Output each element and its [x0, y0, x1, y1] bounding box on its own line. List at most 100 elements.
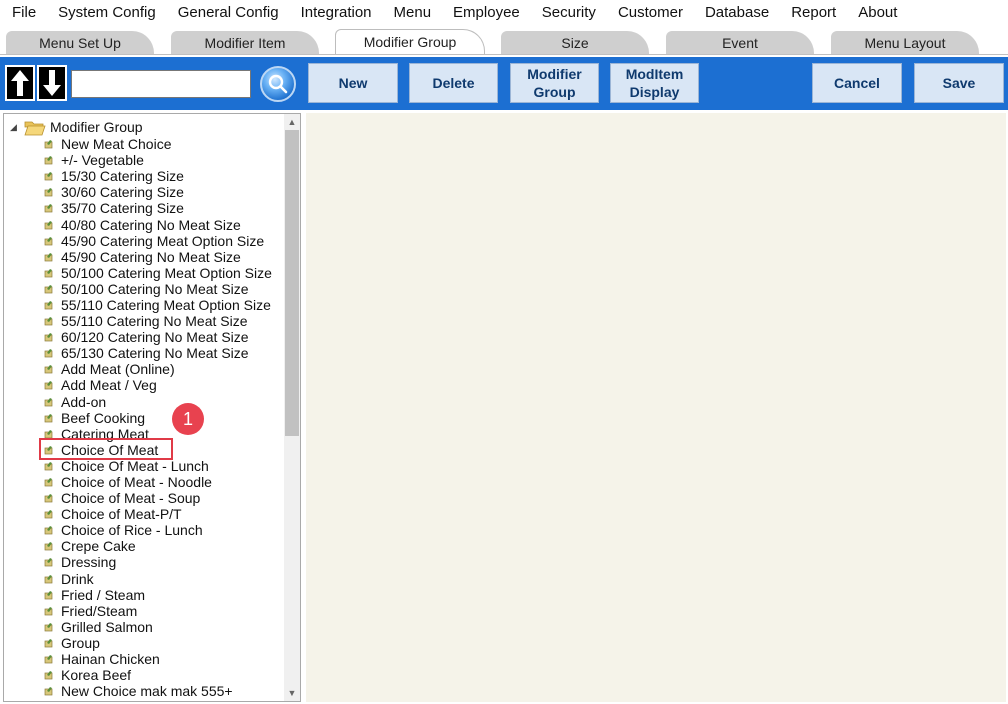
tab-modifier-group[interactable]: Modifier Group — [335, 29, 485, 55]
menu-integration[interactable]: Integration — [290, 0, 383, 26]
scroll-down-arrow-icon[interactable]: ▼ — [284, 686, 300, 700]
tree-item-label: 45/90 Catering No Meat Size — [61, 248, 241, 265]
cancel-button[interactable]: Cancel — [812, 63, 902, 103]
tree-item[interactable]: 60/120 Catering No Meat Size — [44, 329, 272, 345]
tree-item-label: Choice of Rice - Lunch — [61, 522, 203, 539]
tab-menu-set-up[interactable]: Menu Set Up — [6, 31, 154, 55]
tree-item[interactable]: 45/90 Catering No Meat Size — [44, 249, 272, 265]
tree-controls — [3, 60, 301, 106]
menu-employee[interactable]: Employee — [442, 0, 531, 26]
modifier-group-item-icon — [44, 349, 53, 358]
tree-item[interactable]: 45/90 Catering Meat Option Size — [44, 233, 272, 249]
menu-security[interactable]: Security — [531, 0, 607, 26]
menu-menu[interactable]: Menu — [383, 0, 443, 26]
tree-item[interactable]: Fried / Steam — [44, 587, 272, 603]
menu-customer[interactable]: Customer — [607, 0, 694, 26]
tree-item[interactable]: Add Meat (Online) — [44, 361, 272, 377]
tree-item-label: 55/110 Catering No Meat Size — [61, 313, 248, 330]
menu-report[interactable]: Report — [780, 0, 847, 26]
tree-item[interactable]: Choice of Meat-P/T — [44, 506, 272, 522]
modifier-group-tree: ◢ Modifier Group New Meat Choice +/- Vege… — [4, 114, 284, 701]
tree-item[interactable]: Group — [44, 635, 272, 651]
tab-event[interactable]: Event — [666, 31, 814, 55]
tree-item[interactable]: 65/130 Catering No Meat Size — [44, 345, 272, 361]
menu-general-config[interactable]: General Config — [167, 0, 290, 26]
tree-item[interactable]: Choice of Meat - Soup — [44, 490, 272, 506]
modifier-group-button[interactable]: Modifier Group — [510, 63, 599, 103]
tree-scrollbar[interactable]: ▲ ▼ — [284, 114, 300, 701]
tab-modifier-item[interactable]: Modifier Item — [171, 31, 319, 55]
modifier-group-item-icon — [44, 606, 53, 616]
tab-menu-layout[interactable]: Menu Layout — [831, 31, 979, 55]
tree-item[interactable]: Add Meat / Veg — [44, 377, 272, 393]
save-button[interactable]: Save — [914, 63, 1004, 103]
folder-open-icon — [24, 121, 46, 135]
tree-item[interactable]: 55/110 Catering No Meat Size — [44, 313, 272, 329]
modifier-group-item-icon — [44, 478, 53, 487]
scroll-up-arrow-icon[interactable]: ▲ — [284, 115, 300, 129]
search-button[interactable] — [260, 66, 296, 102]
move-up-button[interactable] — [5, 65, 35, 101]
tree-item[interactable]: 50/100 Catering Meat Option Size — [44, 265, 272, 281]
tree-item-label: Korea Beef — [61, 667, 132, 684]
search-input[interactable] — [71, 70, 251, 98]
tree-item[interactable]: Drink — [44, 571, 272, 587]
modifier-group-item-icon — [44, 140, 53, 149]
modifier-group-item-icon — [44, 381, 53, 390]
arrow-up-icon — [11, 70, 29, 96]
tree-item[interactable]: Hainan Chicken — [44, 651, 272, 667]
modifier-group-item-icon — [44, 300, 53, 310]
tree-item[interactable]: 55/110 Catering Meat Option Size — [44, 297, 272, 313]
tree-root-node[interactable]: ◢ Modifier Group — [10, 117, 143, 137]
menu-system-config[interactable]: System Config — [47, 0, 167, 26]
scrollbar-thumb[interactable] — [285, 130, 299, 436]
modifier-group-item-icon — [44, 638, 53, 648]
tree-item[interactable]: New Meat Choice — [44, 136, 272, 152]
tree-item[interactable]: 30/60 Catering Size — [44, 184, 272, 200]
tree-item-label: 35/70 Catering Size — [61, 200, 184, 217]
tree-item[interactable]: 50/100 Catering No Meat Size — [44, 281, 272, 297]
modifier-group-item-icon — [44, 494, 53, 503]
collapse-triangle-icon[interactable]: ◢ — [10, 122, 20, 133]
tree-item-label: 50/100 Catering Meat Option Size — [61, 264, 272, 281]
tree-item-label: Add Meat (Online) — [61, 361, 175, 378]
tree-item[interactable]: Dressing — [44, 554, 272, 570]
menu-about[interactable]: About — [847, 0, 908, 26]
tree-item[interactable]: Fried/Steam — [44, 603, 272, 619]
search-icon — [268, 74, 288, 94]
tree-item[interactable]: Beef Cooking — [44, 410, 272, 426]
tree-item-label: 50/100 Catering No Meat Size — [61, 280, 249, 297]
tree-item-label: Drink — [61, 570, 94, 587]
tree-item[interactable]: Grilled Salmon — [44, 619, 272, 635]
modifier-group-item-icon — [44, 671, 53, 680]
modifier-group-button-line2: Group — [533, 84, 576, 100]
tree-item[interactable]: Choice of Rice - Lunch — [44, 522, 272, 538]
new-button[interactable]: New — [308, 63, 398, 103]
tab-size[interactable]: Size — [501, 31, 649, 55]
modifier-group-button-line1: Modifier — [527, 66, 582, 82]
delete-button[interactable]: Delete — [409, 63, 498, 103]
tree-item[interactable]: Choice of Meat - Noodle — [44, 474, 272, 490]
moditem-display-button[interactable]: ModItem Display — [610, 63, 699, 103]
tree-item[interactable]: 35/70 Catering Size — [44, 200, 272, 216]
menu-database[interactable]: Database — [694, 0, 780, 26]
tree-item[interactable]: 15/30 Catering Size — [44, 168, 272, 184]
tree-item[interactable]: +/- Vegetable — [44, 152, 272, 168]
selection-highlight-box — [39, 438, 173, 460]
tab-divider — [0, 54, 1008, 55]
modifier-group-tree-panel: ◢ Modifier Group New Meat Choice +/- Vege… — [3, 113, 301, 702]
tree-item-label: 30/60 Catering Size — [61, 184, 184, 201]
tree-item-label: Grilled Salmon — [61, 618, 153, 635]
tree-item[interactable]: Choice Of Meat - Lunch — [44, 458, 272, 474]
tree-item[interactable]: New Choice mak mak 555+ — [44, 683, 272, 699]
tree-item-label: Add-on — [61, 393, 107, 410]
tree-item[interactable]: 40/80 Catering No Meat Size — [44, 216, 272, 233]
modifier-group-item-icon — [44, 204, 53, 213]
move-down-button[interactable] — [37, 65, 67, 101]
tree-item[interactable]: Korea Beef — [44, 667, 272, 683]
tree-item[interactable]: Add-on — [44, 394, 272, 410]
menu-file[interactable]: File — [0, 0, 47, 26]
modifier-group-item-icon — [44, 574, 53, 583]
modifier-group-item-icon — [44, 333, 53, 342]
tree-item[interactable]: Crepe Cake — [44, 538, 272, 554]
